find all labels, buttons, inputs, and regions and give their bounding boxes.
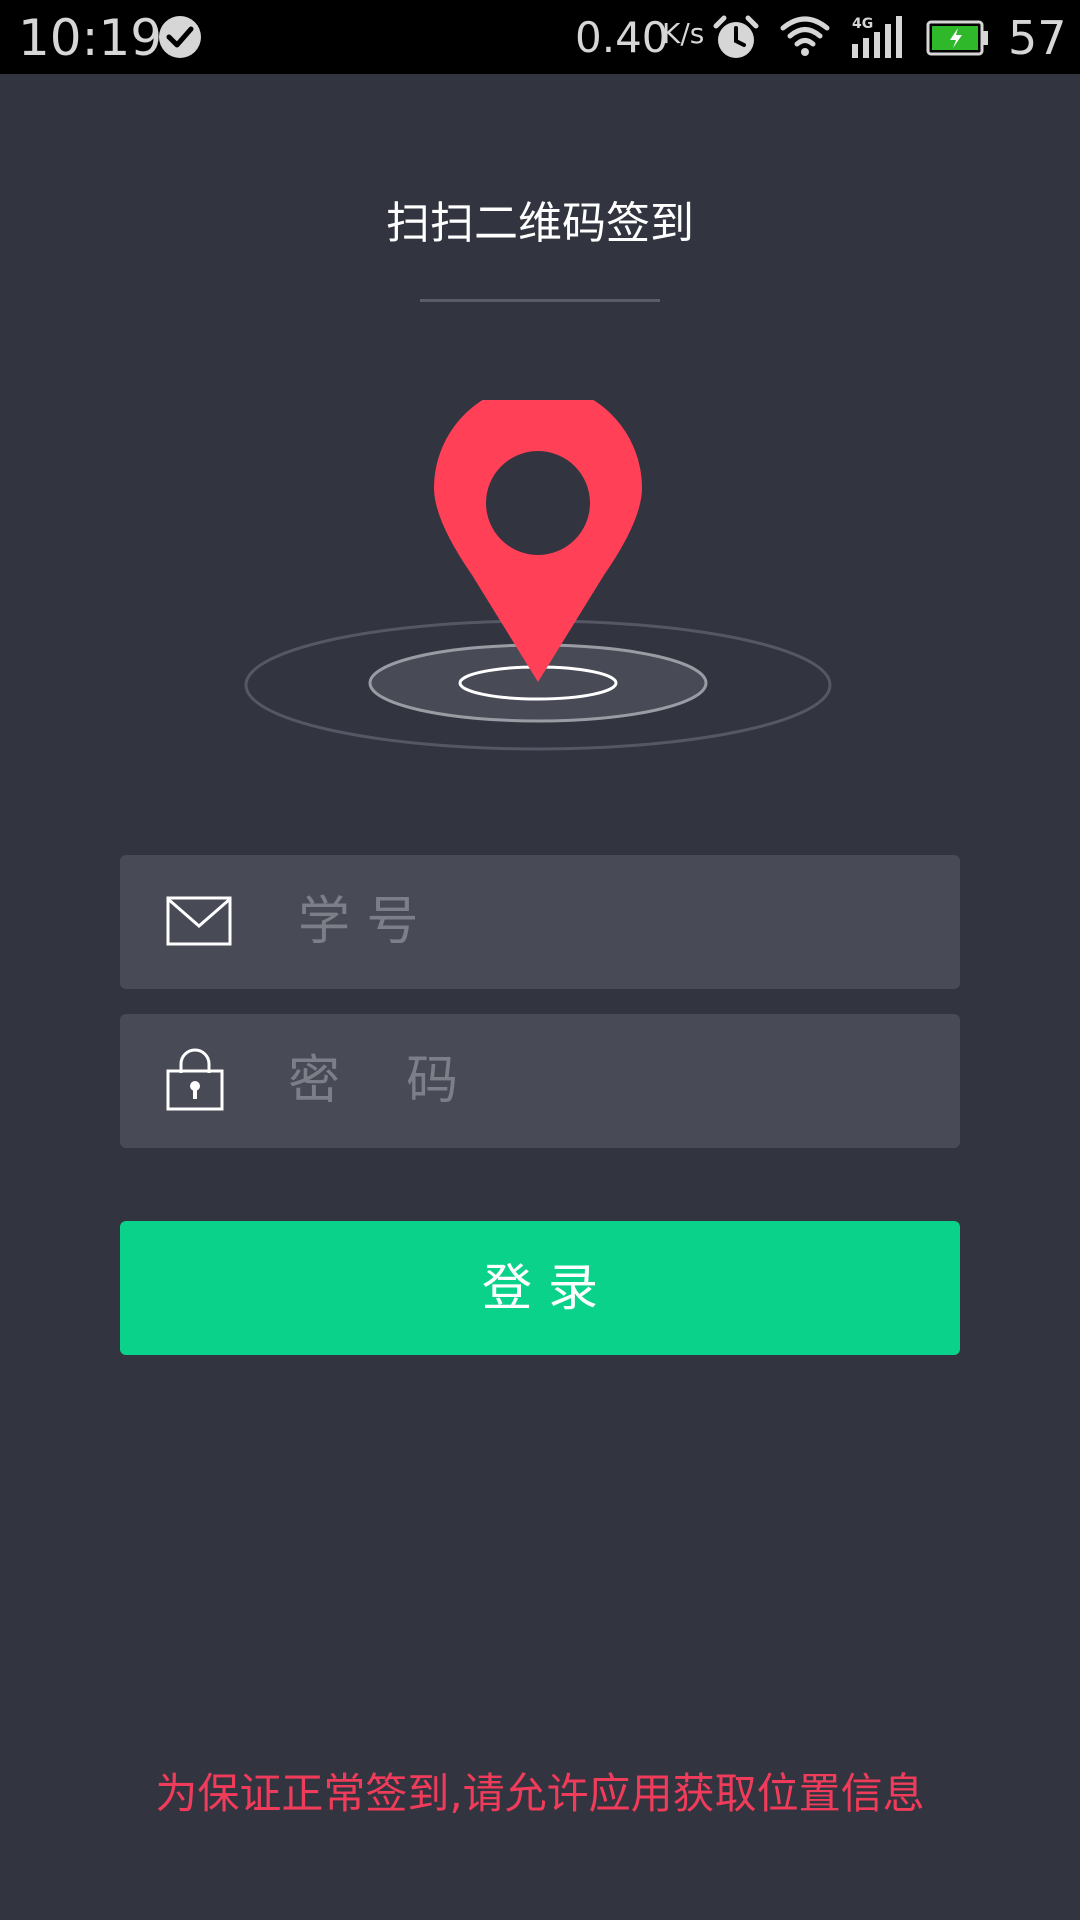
student-id-field[interactable]: 学 号 [120,855,960,989]
password-field[interactable]: 密 码 [120,1014,960,1148]
check-icon [159,16,201,58]
wifi-icon [780,16,830,56]
svg-text:4G: 4G [852,16,873,32]
network-speed-unit: K/s [662,17,705,50]
login-button[interactable]: 登 录 [120,1221,960,1355]
signal-4g-icon: 4G [852,16,902,58]
network-speed: 0.40 [575,13,669,62]
mail-icon [166,896,232,946]
alarm-icon [713,15,759,58]
battery-charging-icon [926,20,988,56]
password-placeholder: 密 码 [288,1051,459,1111]
page-title: 扫扫二维码签到 [386,198,694,249]
location-permission-notice: 为保证正常签到,请允许应用获取位置信息 [155,1769,925,1818]
title-divider [420,299,660,302]
student-id-placeholder: 学 号 [298,892,419,952]
sign-in-screen: 10:19 0.40 K/s 4G 57 扫扫二维码签到 学 号 密 码 登 录… [0,0,1080,1920]
location-pin-icon [244,400,832,751]
lock-icon [166,1048,224,1111]
status-bar: 10:19 0.40 K/s 4G 57 [0,0,1080,74]
status-time: 10:19 [18,9,163,67]
battery-level: 57 [1008,11,1067,65]
